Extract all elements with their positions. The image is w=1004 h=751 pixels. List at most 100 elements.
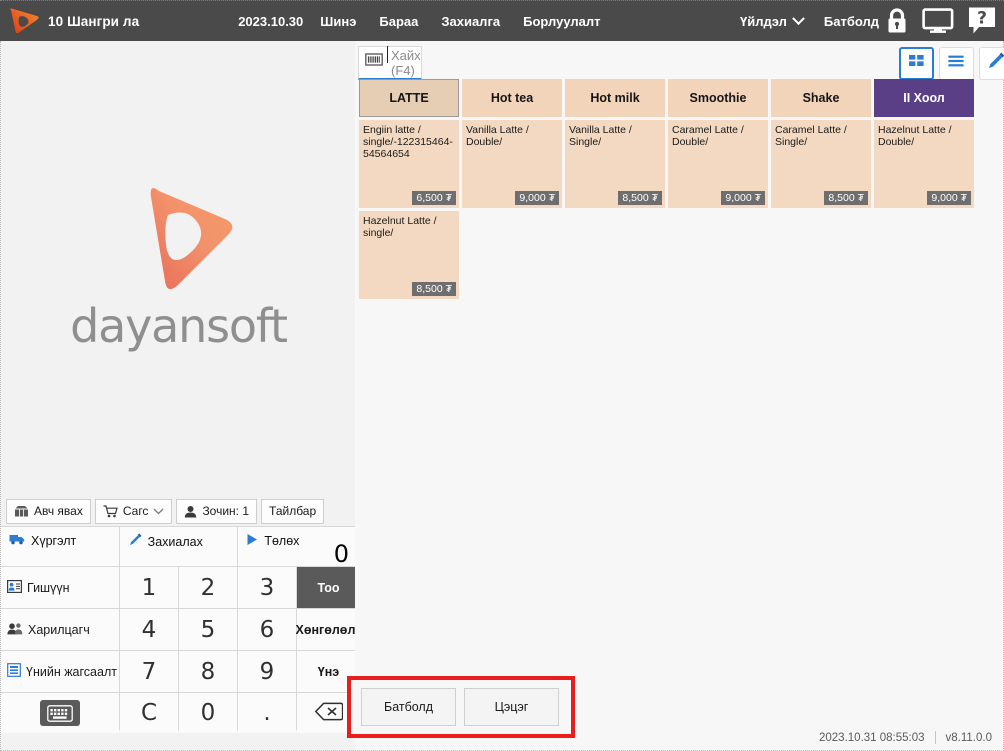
- pos-application-window: 10 Шангри ла 2023.10.30 Шинэ Бараа Захиа…: [0, 0, 1004, 751]
- key-6[interactable]: 6: [238, 609, 296, 650]
- menu-item-sales[interactable]: Борлуулалт: [523, 14, 600, 29]
- help-icon[interactable]: ?: [965, 5, 998, 38]
- category-tab-hot-milk[interactable]: Hot milk: [565, 79, 665, 117]
- status-bar: 2023.10.31 08:55:03 v8.11.0.0: [0, 725, 1004, 751]
- dayansoft-logo-icon: [2, 4, 46, 38]
- key-8[interactable]: 8: [179, 651, 237, 692]
- pay-label-wrap: Төлөх: [246, 533, 299, 549]
- lock-icon[interactable]: [884, 7, 910, 35]
- price-list-icon: [7, 663, 21, 680]
- category-tab-smoothie[interactable]: Smoothie: [668, 79, 768, 117]
- status-separator: [934, 731, 936, 744]
- member-button[interactable]: Гишүүн: [1, 567, 119, 608]
- product-name: Vanilla Latte / Double/: [466, 124, 529, 148]
- category-tab-bar: LATTE Hot tea Hot milk Smoothie Shake II…: [359, 79, 1004, 118]
- product-name: Hazelnut Latte / single/: [363, 215, 437, 239]
- key-5[interactable]: 5: [179, 609, 237, 650]
- monitor-icon[interactable]: [918, 6, 958, 36]
- barcode-scanner-icon: [365, 52, 383, 73]
- delivery-label: Хүргэлт: [31, 533, 77, 548]
- pay-cell[interactable]: Төлөх 0: [238, 527, 357, 568]
- product-price: 9,000 ₮: [721, 191, 765, 205]
- product-tile-grid: Engiin latte / single/-122315464-5456465…: [359, 120, 1004, 299]
- product-tile[interactable]: Vanilla Latte / Single/ 8,500 ₮: [565, 120, 665, 208]
- product-tile[interactable]: Engiin latte / single/-122315464-5456465…: [359, 120, 459, 208]
- key-3[interactable]: 3: [238, 567, 296, 608]
- search-input[interactable]: Хайх (F4): [358, 45, 422, 80]
- note-label: Тайлбар: [269, 504, 317, 518]
- category-tab-hot-tea[interactable]: Hot tea: [462, 79, 562, 117]
- product-tile[interactable]: Hazelnut Latte / single/ 8,500 ₮: [359, 211, 459, 299]
- takeaway-label: Авч явах: [34, 504, 83, 518]
- product-name: Vanilla Latte / Single/: [569, 124, 632, 148]
- category-tab-latte[interactable]: LATTE: [359, 79, 459, 117]
- status-version: v8.11.0.0: [945, 731, 992, 744]
- empty-cart-logo-area: dayansoft: [1, 41, 356, 496]
- product-tile[interactable]: Hazelnut Latte / Double/ 9,000 ₮: [874, 120, 974, 208]
- category-tab-ii-hool[interactable]: II Хоол: [874, 79, 974, 117]
- takeaway-button[interactable]: Авч явах: [6, 498, 91, 524]
- cart-button[interactable]: Сагс: [94, 498, 173, 524]
- grid-view-button[interactable]: [898, 46, 934, 80]
- guest-count-button[interactable]: Зочин: 1: [176, 498, 258, 524]
- view-toolbar: [898, 46, 1004, 80]
- menu-item-goods[interactable]: Бараа: [379, 14, 418, 29]
- product-price: 9,000 ₮: [515, 191, 559, 205]
- quantity-mode-button[interactable]: Тоо: [297, 567, 360, 608]
- current-user-label: Батболд: [823, 13, 879, 29]
- brand-wordmark: dayansoft: [70, 298, 288, 353]
- chevron-down-icon: [792, 11, 805, 25]
- search-placeholder-text: Хайх (F4): [391, 47, 421, 78]
- list-icon: [947, 54, 965, 73]
- menu-item-orders[interactable]: Захиалга: [441, 14, 500, 29]
- business-date: 2023.10.30: [238, 13, 304, 29]
- search-row: Хайх (F4): [358, 44, 1004, 82]
- price-list-button[interactable]: Үнийн жагсаалт: [1, 651, 119, 692]
- order-cell[interactable]: Захиалах: [119, 527, 239, 566]
- dayansoft-logo-mark-icon: [119, 185, 239, 297]
- key-4[interactable]: 4: [120, 609, 178, 650]
- play-icon: [246, 533, 258, 549]
- key-9[interactable]: 9: [238, 651, 296, 692]
- order-panel: dayansoft Авч явах Сагс Зочин: 1 Тайлбар…: [0, 41, 362, 751]
- guest-icon: [184, 505, 197, 518]
- delivery-cell[interactable]: Хүргэлт: [1, 527, 120, 566]
- svg-text:?: ?: [977, 9, 987, 29]
- product-price: 8,500 ₮: [412, 282, 456, 296]
- pay-label: Төлөх: [264, 534, 300, 548]
- product-tile[interactable]: Vanilla Latte / Double/ 9,000 ₮: [462, 120, 562, 208]
- main-menu: Шинэ Бараа Захиалга Борлуулалт: [320, 14, 600, 29]
- key-2[interactable]: 2: [179, 567, 237, 608]
- category-tab-shake[interactable]: Shake: [771, 79, 871, 117]
- delivery-truck-icon: [9, 533, 25, 548]
- product-price: 6,500 ₮: [412, 191, 456, 205]
- actions-dropdown[interactable]: Үйлдэл: [740, 11, 805, 29]
- title-bar: 10 Шангри ла 2023.10.30 Шинэ Бараа Захиа…: [0, 0, 1004, 41]
- pencil-icon: [128, 533, 142, 550]
- product-tile[interactable]: Caramel Latte / Single/ 8,500 ₮: [771, 120, 871, 208]
- order-label-wrap: Захиалах: [128, 533, 203, 550]
- delivery-label-wrap: Хүргэлт: [9, 533, 76, 548]
- customers-icon: [7, 622, 23, 638]
- product-tile[interactable]: Caramel Latte / Double/ 9,000 ₮: [668, 120, 768, 208]
- order-total: 0: [333, 540, 350, 568]
- cashier-button-tsetseg[interactable]: Цэцэг: [464, 688, 559, 726]
- customers-button[interactable]: Харилцагч: [1, 609, 119, 650]
- keyboard-icon: [40, 700, 80, 726]
- key-1[interactable]: 1: [120, 567, 178, 608]
- text-caret: [387, 45, 388, 63]
- list-view-button[interactable]: [938, 46, 974, 80]
- order-label: Захиалах: [147, 534, 203, 549]
- member-card-icon: [7, 579, 23, 596]
- cashier-button-batbold[interactable]: Батболд: [361, 688, 456, 726]
- backspace-icon: [314, 702, 343, 724]
- note-button[interactable]: Тайлбар: [261, 498, 325, 524]
- discount-mode-button[interactable]: Хөнгөлөлт: [296, 609, 362, 650]
- order-options-toolbar: Авч явах Сагс Зочин: 1 Тайлбар: [1, 496, 356, 526]
- product-name: Caramel Latte / Single/: [775, 124, 847, 148]
- edit-product-button[interactable]: [978, 46, 1004, 80]
- menu-item-new[interactable]: Шинэ: [320, 14, 356, 29]
- grid-icon: [908, 53, 925, 73]
- key-7[interactable]: 7: [120, 651, 178, 692]
- numeric-keypad: Гишүүн 1 2 3 Тоо Харилцагч 4 5 6 Хөнгөлө…: [1, 567, 362, 733]
